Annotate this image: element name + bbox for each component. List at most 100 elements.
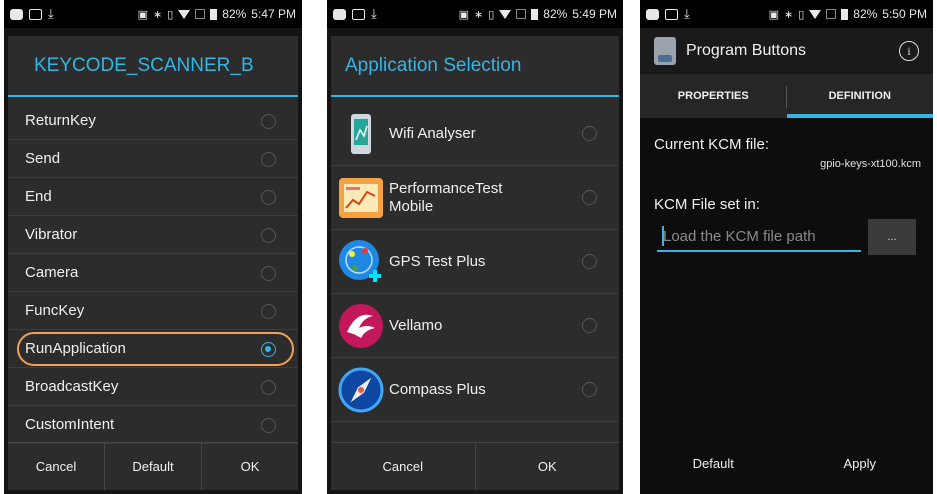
- option-label: FuncKey: [25, 302, 85, 319]
- status-bar: ⤓ ▣ ∗ ▯ 82% 5:50 PM: [640, 0, 933, 28]
- radio-button[interactable]: [261, 114, 276, 129]
- bluetooth-icon: ∗: [473, 8, 484, 21]
- dialog-button-bar: Cancel Default OK: [8, 442, 298, 490]
- nfc-icon: ▣: [768, 8, 779, 21]
- app-label: Wifi Analyser: [389, 124, 476, 142]
- clock: 5:47 PM: [251, 7, 296, 21]
- radio-button[interactable]: [261, 228, 276, 243]
- wifi-analyser-icon: [351, 113, 371, 154]
- radio-button[interactable]: [261, 190, 276, 205]
- wifi-icon: [178, 9, 191, 19]
- cancel-button[interactable]: Cancel: [331, 443, 476, 490]
- app-label: PerformanceTest Mobile: [389, 179, 503, 215]
- page-title: Program Buttons: [686, 42, 807, 59]
- clock: 5:50 PM: [882, 7, 927, 21]
- radio-button[interactable]: [582, 318, 597, 333]
- radio-button[interactable]: [582, 126, 597, 141]
- battery-percent: 82%: [543, 7, 568, 21]
- mail-icon: [352, 8, 365, 20]
- radio-button[interactable]: [261, 266, 276, 281]
- tab-properties[interactable]: PROPERTIES: [640, 74, 787, 118]
- definition-content: Current KCM file: gpio-keys-xt100.kcm KC…: [640, 118, 933, 494]
- cancel-button[interactable]: Cancel: [8, 443, 105, 490]
- option-label: Send: [25, 150, 61, 167]
- option-vibrator[interactable]: Vibrator: [8, 216, 298, 254]
- battery-percent: 82%: [853, 7, 878, 21]
- vibrate-icon: ▯: [167, 8, 174, 21]
- action-bar: Program Buttons i: [640, 28, 933, 74]
- default-button[interactable]: Default: [105, 443, 202, 490]
- download-icon: ⤓: [684, 6, 690, 21]
- radio-button-selected[interactable]: [261, 342, 276, 357]
- compass-icon: [338, 367, 384, 412]
- bluetooth-icon: ∗: [152, 8, 163, 21]
- battery-icon: [210, 8, 218, 20]
- option-label: Vibrator: [25, 226, 78, 243]
- app-item-performancetest[interactable]: PerformanceTest Mobile: [331, 166, 619, 230]
- app-item-wifi-analyser[interactable]: Wifi Analyser: [331, 102, 619, 166]
- app-label: GPS Test Plus: [389, 252, 486, 270]
- radio-button[interactable]: [261, 380, 276, 395]
- no-signal-icon: [826, 9, 837, 19]
- title-divider: [331, 95, 619, 97]
- no-signal-icon: [516, 9, 527, 19]
- message-icon: [10, 8, 23, 20]
- keycode-dialog: KEYCODE_SCANNER_B ReturnKey Send End Vib…: [8, 36, 298, 490]
- battery-icon: [531, 8, 539, 20]
- option-camera[interactable]: Camera: [8, 254, 298, 292]
- app-label: Compass Plus: [389, 380, 486, 398]
- option-end[interactable]: End: [8, 178, 298, 216]
- dialog-title: KEYCODE_SCANNER_B: [34, 55, 254, 76]
- bluetooth-icon: ∗: [783, 8, 794, 21]
- screen-program-buttons: ⤓ ▣ ∗ ▯ 82% 5:50 PM Program Buttons i PR…: [640, 0, 933, 494]
- app-item-gps-test-plus[interactable]: GPS Test Plus: [331, 230, 619, 294]
- radio-button[interactable]: [582, 190, 597, 205]
- nfc-icon: ▣: [458, 8, 469, 21]
- status-bar: ⤓ ▣ ∗ ▯ 82% 5:49 PM: [327, 0, 623, 28]
- radio-button[interactable]: [261, 152, 276, 167]
- app-item-vellamo[interactable]: Vellamo: [331, 294, 619, 358]
- ok-button[interactable]: OK: [202, 443, 298, 490]
- browse-button[interactable]: ...: [868, 219, 916, 255]
- option-broadcastkey[interactable]: BroadcastKey: [8, 368, 298, 406]
- option-runapplication[interactable]: RunApplication: [8, 330, 298, 368]
- info-icon[interactable]: i: [899, 41, 919, 61]
- app-logo-icon: [654, 37, 676, 65]
- kcm-set-label: KCM File set in:: [654, 196, 760, 213]
- app-item-compass-plus[interactable]: Compass Plus: [331, 358, 619, 422]
- wifi-icon: [809, 9, 822, 19]
- kcm-path-input[interactable]: [657, 222, 861, 252]
- ok-button[interactable]: OK: [476, 443, 620, 490]
- option-send[interactable]: Send: [8, 140, 298, 178]
- option-funckey[interactable]: FuncKey: [8, 292, 298, 330]
- radio-button[interactable]: [261, 418, 276, 433]
- default-button[interactable]: Default: [640, 432, 787, 494]
- battery-percent: 82%: [222, 7, 247, 21]
- screen-application-selection: ⤓ ▣ ∗ ▯ 82% 5:49 PM Application Selectio…: [327, 0, 623, 494]
- nfc-icon: ▣: [137, 8, 148, 21]
- apply-button[interactable]: Apply: [787, 432, 934, 494]
- option-label: End: [25, 188, 52, 205]
- text-cursor: [662, 226, 664, 246]
- vibrate-icon: ▯: [488, 8, 495, 21]
- radio-button[interactable]: [582, 254, 597, 269]
- option-customintent[interactable]: CustomIntent: [8, 406, 298, 444]
- vellamo-icon: [339, 303, 383, 348]
- no-signal-icon: [195, 9, 206, 19]
- radio-button[interactable]: [261, 304, 276, 319]
- app-label: Vellamo: [389, 316, 443, 334]
- tab-definition[interactable]: DEFINITION: [786, 74, 934, 118]
- message-icon: [333, 8, 346, 20]
- mail-icon: [29, 8, 42, 20]
- wifi-icon: [499, 9, 512, 19]
- current-kcm-value: gpio-keys-xt100.kcm: [820, 158, 921, 170]
- download-icon: ⤓: [371, 6, 377, 21]
- radio-button[interactable]: [582, 382, 597, 397]
- download-icon: ⤓: [48, 6, 54, 21]
- bottom-button-bar: Default Apply: [640, 432, 933, 494]
- status-bar: ⤓ ▣ ∗ ▯ 82% 5:47 PM: [4, 0, 302, 28]
- title-divider: [8, 95, 298, 97]
- screen-keycode-dialog: ⤓ ▣ ∗ ▯ 82% 5:47 PM KEYCODE_SCANNER_B Re…: [4, 0, 302, 494]
- option-returnkey[interactable]: ReturnKey: [8, 102, 298, 140]
- battery-icon: [841, 8, 849, 20]
